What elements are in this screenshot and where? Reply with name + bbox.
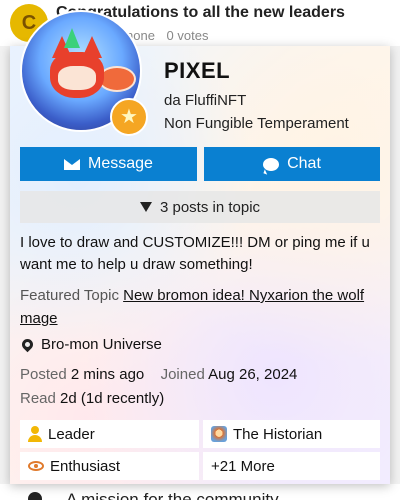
posts-in-topic-label: 3 posts in topic <box>159 198 261 216</box>
star-icon: ★ <box>120 106 138 128</box>
message-button[interactable]: Message <box>20 147 197 181</box>
map-pin-icon <box>19 336 36 353</box>
location-text: Bro-mon Universe <box>41 336 162 353</box>
joined-value: Aug 26, 2024 <box>208 366 298 383</box>
posted-value: 2 mins ago <box>70 366 145 383</box>
fox-face <box>58 66 96 90</box>
badge-label: The Historian <box>233 425 323 443</box>
username[interactable]: PIXEL <box>164 58 349 84</box>
user-card: ★ PIXEL da FluffiNFT Non Fungible Temper… <box>10 10 390 484</box>
badge-label: +21 More <box>211 457 275 475</box>
topic-meta: none 0 votes <box>126 28 216 43</box>
topic-avatar <box>28 492 42 500</box>
badge-leader[interactable]: Leader <box>20 420 199 448</box>
user-location: Bro-mon Universe <box>19 336 162 353</box>
chat-button[interactable]: Chat <box>204 147 380 181</box>
full-name: da FluffiNFT <box>164 92 247 109</box>
party-hat <box>64 28 80 48</box>
chat-button-label: Chat <box>287 155 321 172</box>
badge-enthusiast[interactable]: Enthusiast <box>20 452 199 480</box>
more-badges-link[interactable]: +21 More <box>203 452 380 480</box>
user-title: Non Fungible Temperament <box>164 115 349 132</box>
read-label: Read <box>20 390 56 407</box>
badge-label: Enthusiast <box>50 457 121 475</box>
envelope-icon <box>64 158 81 170</box>
badge-historian[interactable]: The Historian <box>203 420 380 448</box>
user-activity: Posted 2 mins ago Joined Aug 26, 2024 <box>20 366 297 383</box>
historian-icon <box>211 426 227 442</box>
chat-bubble-icon <box>263 157 280 171</box>
featured-topic: Featured Topic New bromon idea! Nyxarion… <box>20 284 382 330</box>
message-button-label: Message <box>88 155 153 172</box>
eye-icon <box>28 461 44 471</box>
badge-label: Leader <box>48 425 95 443</box>
featured-topic-label: Featured Topic <box>20 287 119 304</box>
user-read-time: Read 2d (1d recently) <box>20 390 164 407</box>
filter-icon <box>139 202 152 212</box>
read-value: 2d (1d recently) <box>60 390 165 407</box>
posts-in-topic-button[interactable]: 3 posts in topic <box>20 191 380 223</box>
joined-label: Joined <box>160 366 205 383</box>
user-flair: ★ <box>110 98 148 136</box>
user-bio: I love to draw and CUSTOMIZE!!! DM or pi… <box>20 234 370 273</box>
topic-title[interactable]: A mission for the community <box>66 490 279 500</box>
user-names: PIXEL da FluffiNFT Non Fungible Temperam… <box>164 58 349 132</box>
user-icon <box>28 426 42 442</box>
posted-label: Posted <box>20 366 67 383</box>
topic-meta-votes: 0 votes <box>166 28 209 43</box>
background-topic-row[interactable]: A mission for the community <box>0 484 400 500</box>
